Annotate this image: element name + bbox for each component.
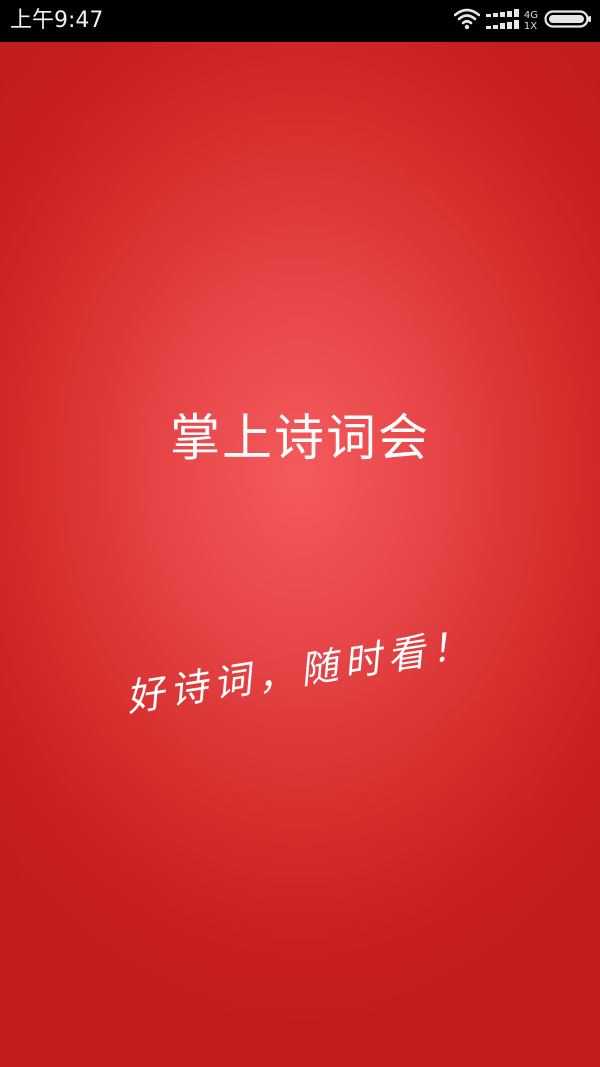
status-icons: 4G 1X [453,7,592,35]
network-type-bottom: 1X [523,21,538,32]
status-bar: 上午9:47 4G 1X [0,0,600,42]
status-time: 上午9:47 [10,8,104,33]
network-type-label: 4G 1X [524,10,538,32]
app-title: 掌上诗词会 [170,409,430,467]
signal-icon [485,8,520,34]
network-type-top: 4G [523,10,538,21]
slogan-text: 好诗词，随时看！ [122,621,478,721]
splash-screen: 上午9:47 4G 1X 掌上诗词会 好诗词，随时看！ [0,0,600,1067]
battery-icon [544,8,592,34]
wifi-icon [453,8,481,34]
